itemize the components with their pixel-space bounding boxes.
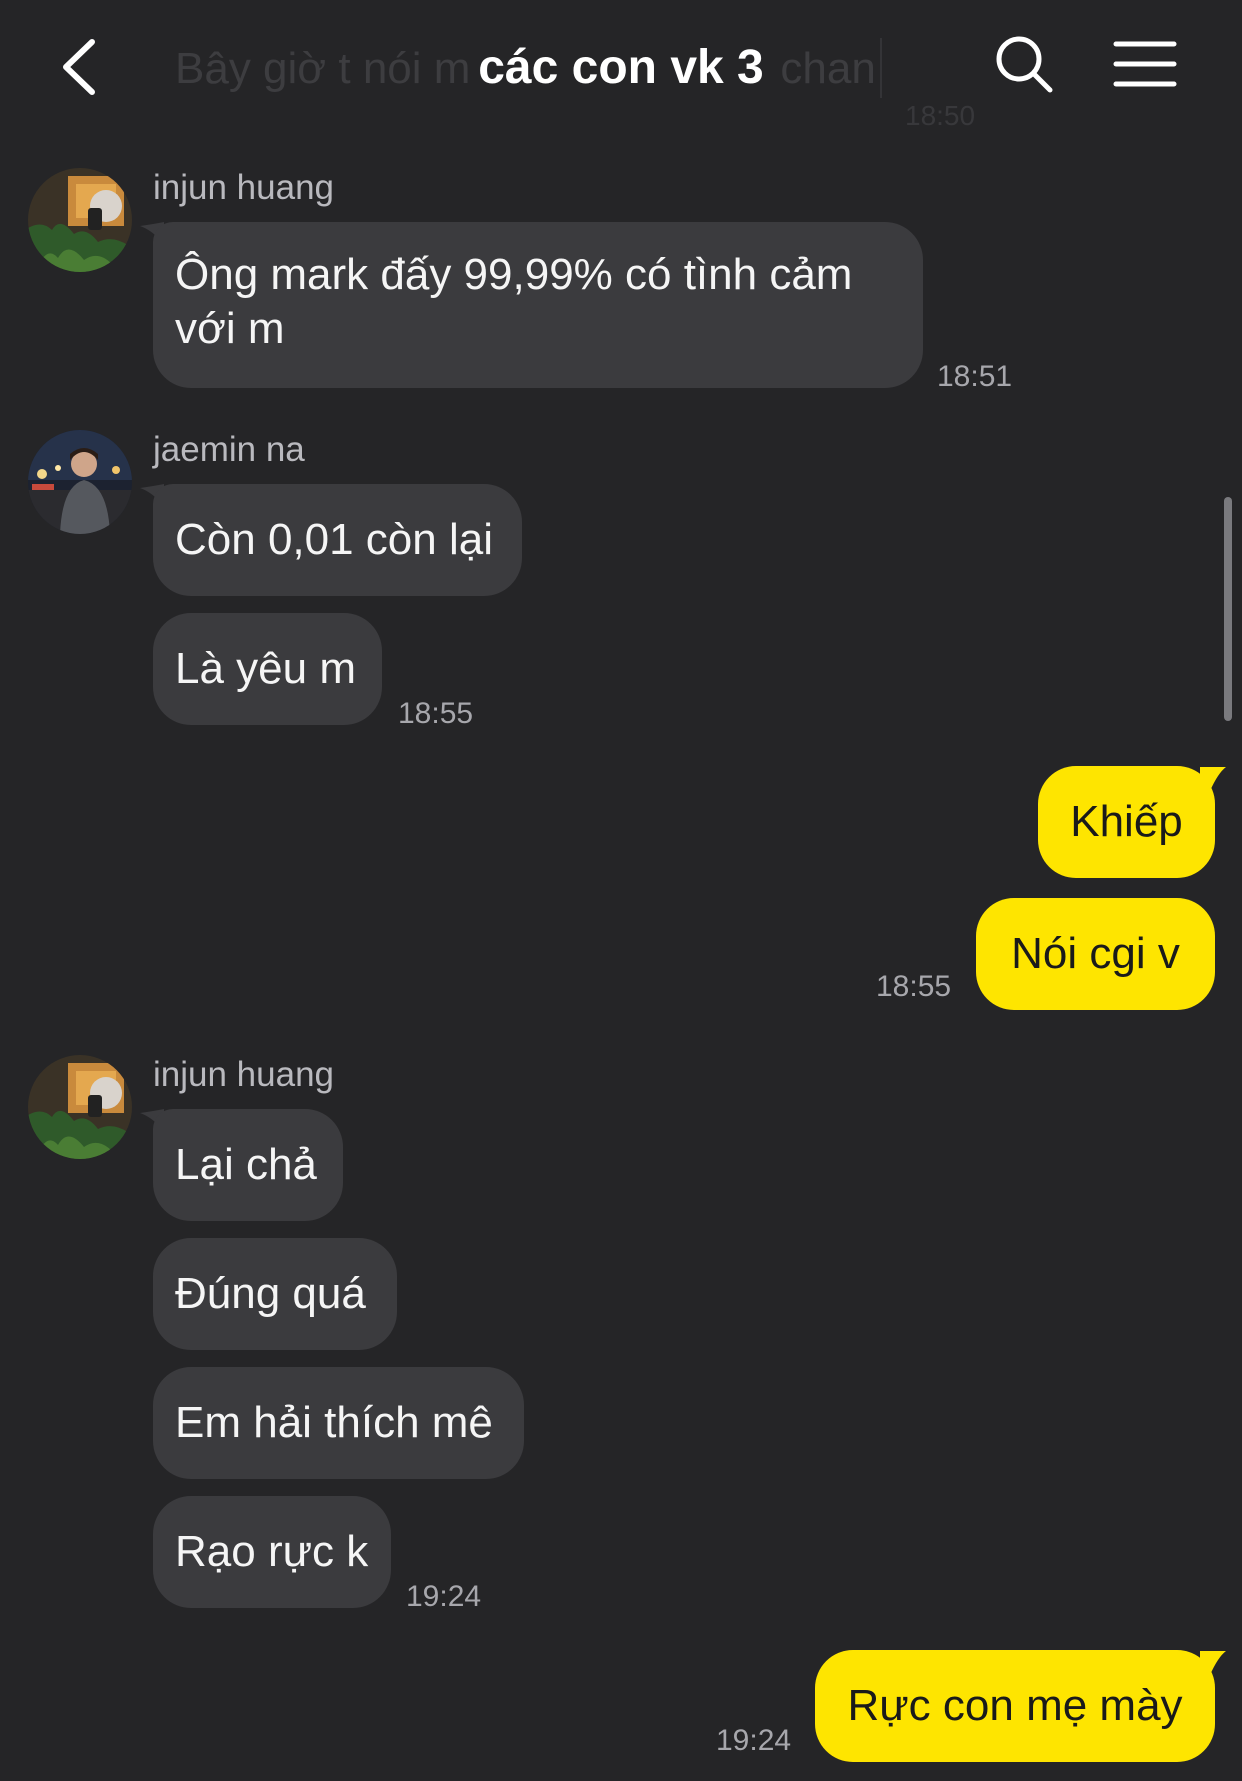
message-text: Rạo rực k [175,1527,369,1576]
message-bubble[interactable]: Là yêu m [153,613,382,725]
message-bubble[interactable]: Ông mark đấy 99,99% có tình cảm với m [153,222,923,388]
ghost-message-time: 18:50 [905,100,976,131]
message-time: 18:55 [398,697,474,730]
search-icon [996,36,1053,93]
avatar-injun-huang[interactable] [28,1055,132,1159]
search-button[interactable] [990,30,1060,100]
avatar-injun-huang[interactable] [28,168,132,272]
message-bubble[interactable]: Đúng quá [153,1238,397,1350]
avatar-jaemin-na[interactable] [28,430,132,534]
message-time: 18:51 [937,360,1013,393]
message-time: 19:24 [716,1724,792,1757]
message-bubble-outgoing[interactable]: Nói cgi v [976,898,1215,1010]
message-text: Ông mark đấy 99,99% có tình cảm với m [175,250,853,353]
menu-button[interactable] [1110,34,1180,94]
message-bubble-outgoing[interactable]: Rực con mẹ mày [815,1650,1215,1762]
message-time: 19:24 [406,1580,482,1613]
message-text: Còn 0,01 còn lại [175,515,493,564]
message-text: Khiếp [1070,797,1183,846]
sender-name: injun huang [153,1055,334,1094]
message-bubble[interactable]: Còn 0,01 còn lại [153,484,522,596]
message-bubble-outgoing[interactable]: Khiếp [1038,766,1215,878]
message-text: Là yêu m [175,644,356,693]
chat-scrollbar[interactable] [1224,497,1232,721]
message-text: Rực con mẹ mày [847,1681,1183,1730]
message-bubble[interactable]: Lại chả [153,1109,343,1221]
message-text: Em hải thích mê [175,1398,493,1447]
message-text: Lại chả [175,1140,317,1189]
message-bubble[interactable]: Rạo rực k [153,1496,391,1608]
message-text: Nói cgi v [1011,929,1180,978]
message-time: 18:55 [876,970,952,1003]
hamburger-menu-icon [1113,41,1177,87]
message-bubble[interactable]: Em hải thích mê [153,1367,524,1479]
sender-name: jaemin na [153,430,305,469]
message-text: Đúng quá [175,1269,366,1318]
sender-name: injun huang [153,168,334,207]
